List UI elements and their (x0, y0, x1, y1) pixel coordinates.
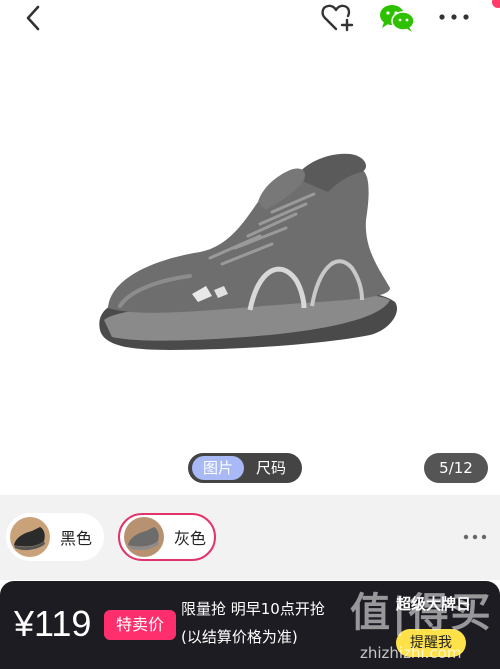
tab-size[interactable]: 尺码 (244, 456, 298, 480)
tab-photos[interactable]: 图片 (192, 456, 244, 480)
notification-dot (492, 0, 500, 8)
top-bar (0, 0, 500, 40)
variant-black[interactable]: 黑色 (6, 513, 104, 561)
more-icon[interactable] (436, 8, 472, 26)
variant-thumbnail (10, 517, 50, 557)
variant-label: 黑色 (60, 529, 93, 548)
sale-badge: 特卖价 (104, 610, 176, 640)
product-image (99, 153, 398, 350)
variant-thumbnail (124, 517, 164, 557)
wechat-icon[interactable] (378, 3, 416, 33)
watermark: 值|得买 zhizhizhi.com (348, 580, 500, 669)
watermark-url: zhizhizhi.com (360, 644, 462, 662)
gallery-tab-switch: 图片 尺码 (188, 453, 302, 483)
product-gallery[interactable]: 图片 尺码 5/12 (0, 40, 500, 495)
color-variant-bar: 黑色 灰色 (0, 495, 500, 580)
variant-gray[interactable]: 灰色 (118, 513, 216, 561)
price-note: (以结算价格为准) (181, 628, 298, 646)
more-options-icon[interactable] (462, 533, 488, 541)
sale-schedule: 限量抢 明早10点开抢 (181, 600, 325, 618)
image-counter: 5/12 (424, 453, 488, 483)
variant-label: 灰色 (174, 529, 207, 548)
favorite-add-icon[interactable] (320, 2, 356, 34)
sale-price: ¥119 (14, 603, 92, 644)
back-icon[interactable] (22, 5, 44, 31)
watermark-logo: 值|得买 (350, 590, 493, 636)
